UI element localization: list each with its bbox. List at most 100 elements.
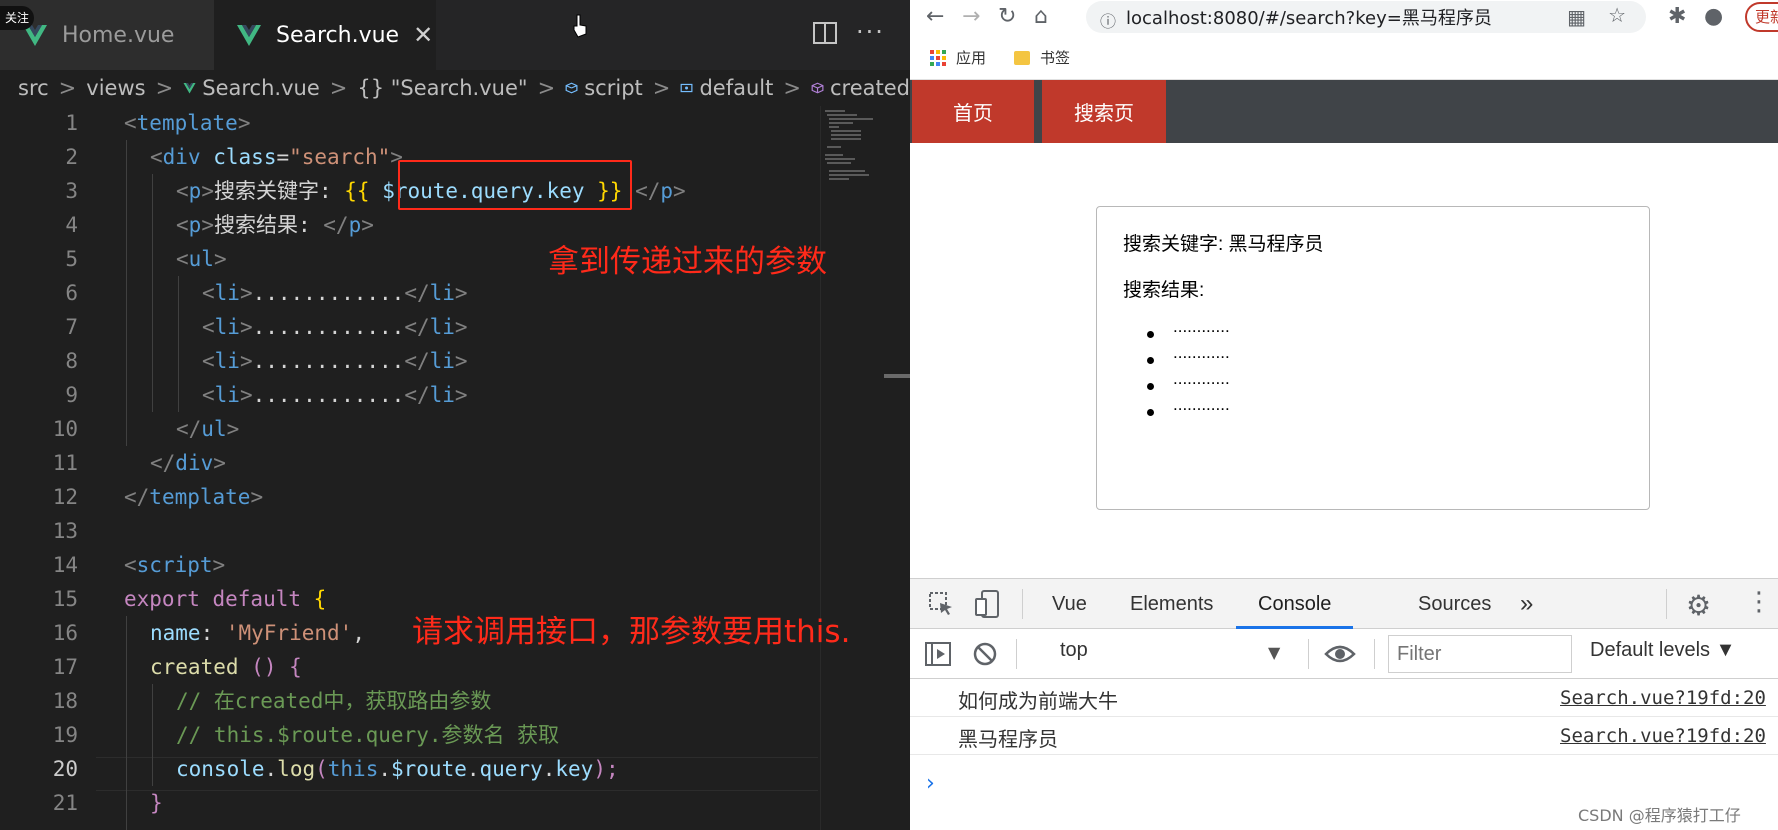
minimap-line	[827, 162, 851, 164]
forward-arrow-icon[interactable]: →	[962, 4, 980, 29]
bookmark-apps[interactable]: 应用	[956, 47, 986, 68]
tab-search-vue[interactable]: Search.vue ✕	[214, 0, 436, 70]
line-number: 4	[65, 213, 78, 237]
close-icon[interactable]: ✕	[413, 21, 433, 49]
indent-guide	[152, 174, 153, 412]
line-number: 6	[65, 281, 78, 305]
settings-gear-icon[interactable]: ⚙	[1686, 589, 1711, 622]
url-text: localhost:8080/#/search?key=黑马程序员	[1126, 8, 1492, 29]
star-icon[interactable]: ☆	[1608, 3, 1626, 27]
minimap-line	[825, 158, 855, 160]
chevron-right-icon: >	[329, 76, 348, 100]
list-item: ............	[1173, 369, 1230, 388]
apps-grid-icon	[930, 49, 946, 66]
chevron-right-icon: >	[58, 76, 77, 100]
eye-icon[interactable]	[1324, 643, 1356, 665]
console-message: 黑马程序员	[958, 727, 1058, 751]
clear-console-icon[interactable]	[972, 641, 998, 667]
console-prompt[interactable]: ›	[926, 771, 935, 796]
editor-scrollbar[interactable]	[884, 106, 910, 830]
devtools-tab-sources[interactable]: Sources	[1406, 579, 1503, 629]
breadcrumb-item[interactable]: created	[830, 76, 910, 100]
update-button[interactable]: 更新	[1745, 2, 1778, 32]
code-line: created () {	[150, 655, 302, 679]
list-item: ............	[1173, 343, 1230, 362]
method-icon	[811, 82, 824, 94]
minimap-line	[827, 114, 857, 116]
line-number: 8	[65, 349, 78, 373]
follow-badge[interactable]: 关注	[0, 6, 34, 30]
more-actions-icon[interactable]: ···	[856, 18, 885, 46]
minimap[interactable]	[820, 106, 884, 830]
console-source-link[interactable]: Search.vue?19fd:20	[1560, 687, 1766, 709]
variable-icon	[680, 83, 693, 93]
minimap-line	[831, 134, 861, 136]
more-tabs-icon[interactable]: »	[1520, 579, 1533, 629]
console-source-link[interactable]: Search.vue?19fd:20	[1560, 725, 1766, 747]
chevron-right-icon: >	[652, 76, 671, 100]
devtools-tab-console[interactable]: Console	[1236, 579, 1354, 629]
tab-home-vue[interactable]: Home.vue	[0, 0, 214, 70]
back-arrow-icon[interactable]: ←	[926, 4, 944, 29]
nav-link-search[interactable]: 搜索页	[1042, 80, 1166, 143]
breadcrumb-item[interactable]: src	[18, 76, 49, 100]
profile-icon[interactable]: ●	[1704, 4, 1723, 29]
info-icon[interactable]: ⓘ	[1100, 8, 1116, 32]
minimap-line	[829, 174, 869, 176]
code-line: }	[150, 791, 163, 815]
inspect-element-icon[interactable]	[928, 591, 954, 617]
breadcrumb-item[interactable]: Search.vue	[202, 76, 319, 100]
breadcrumb: src > views > Search.vue > {} "Search.vu…	[0, 70, 910, 106]
cube-icon	[565, 82, 578, 94]
minimap-line	[827, 146, 841, 148]
chevron-right-icon: >	[783, 76, 801, 100]
split-editor-icon[interactable]	[812, 20, 838, 46]
log-levels-dropdown[interactable]: Default levels ▼	[1590, 639, 1735, 662]
browser-window: ← → ↻ ⌂ ⓘ localhost:8080/#/search?key=黑马…	[910, 0, 1778, 830]
divider	[1308, 639, 1309, 669]
tab-label: Home.vue	[62, 22, 175, 48]
address-bar[interactable]: ⓘ localhost:8080/#/search?key=黑马程序员 ▦ ☆	[1086, 1, 1646, 33]
line-number-gutter: 1 2 3 4 5 6 7 8 9 10 11 12 13 14 15 16 1…	[0, 106, 96, 830]
tab-label: Search.vue	[276, 22, 400, 48]
chevron-right-icon: >	[155, 76, 174, 100]
breadcrumb-item[interactable]: views	[86, 76, 145, 100]
context-selector[interactable]: top	[1060, 639, 1088, 662]
breadcrumb-item[interactable]: default	[699, 76, 773, 100]
devtools-tab-bar: Vue Elements Console Sources » ⚙ ⋮	[910, 579, 1778, 629]
nav-link-home[interactable]: 首页	[912, 80, 1034, 143]
reload-icon[interactable]: ↻	[998, 4, 1016, 29]
device-toolbar-icon[interactable]	[974, 589, 1002, 619]
minimap-line	[829, 122, 853, 124]
line-number: 7	[65, 315, 78, 339]
list-bullet	[1147, 383, 1154, 390]
extensions-icon[interactable]: ✱	[1668, 4, 1686, 29]
filter-input[interactable]	[1388, 635, 1572, 673]
divider	[1022, 589, 1023, 619]
list-item: ............	[1173, 395, 1230, 414]
bookmark-folder[interactable]: 书签	[1040, 47, 1070, 68]
sidebar-toggle-icon[interactable]	[924, 641, 952, 667]
annotation-note: 拿到传递过来的参数	[548, 244, 827, 280]
kebab-menu-icon[interactable]: ⋮	[1746, 587, 1772, 617]
indent-guide	[126, 616, 127, 830]
devtools-tab-elements[interactable]: Elements	[1118, 579, 1225, 629]
indent-guide	[126, 140, 127, 446]
highlight-box	[398, 160, 632, 210]
bookmarks-bar: 应用 书签	[910, 36, 1778, 80]
devtools-tab-vue[interactable]: Vue	[1040, 579, 1099, 629]
code-area[interactable]: <template> <div class="search"> <p>搜索关键字…	[124, 106, 824, 830]
line-number: 21	[52, 791, 78, 815]
caret-down-icon[interactable]: ▼	[1268, 643, 1280, 662]
code-line: <li>............</li>	[202, 281, 468, 305]
line-number-active: 20	[52, 757, 78, 781]
breadcrumb-item[interactable]: script	[584, 76, 643, 100]
scrollbar-thumb[interactable]	[884, 374, 910, 378]
breadcrumb-item[interactable]: {} "Search.vue"	[357, 76, 527, 100]
home-icon[interactable]: ⌂	[1034, 4, 1048, 29]
code-line: <p>搜索结果: </p>	[176, 213, 374, 237]
code-line: </div>	[150, 451, 226, 475]
code-comment: // 在created中，获取路由参数	[176, 689, 492, 713]
code-editor[interactable]: Home.vue Search.vue ✕ 关注 ··· src > views…	[0, 0, 910, 830]
translate-icon[interactable]: ▦	[1567, 5, 1586, 29]
